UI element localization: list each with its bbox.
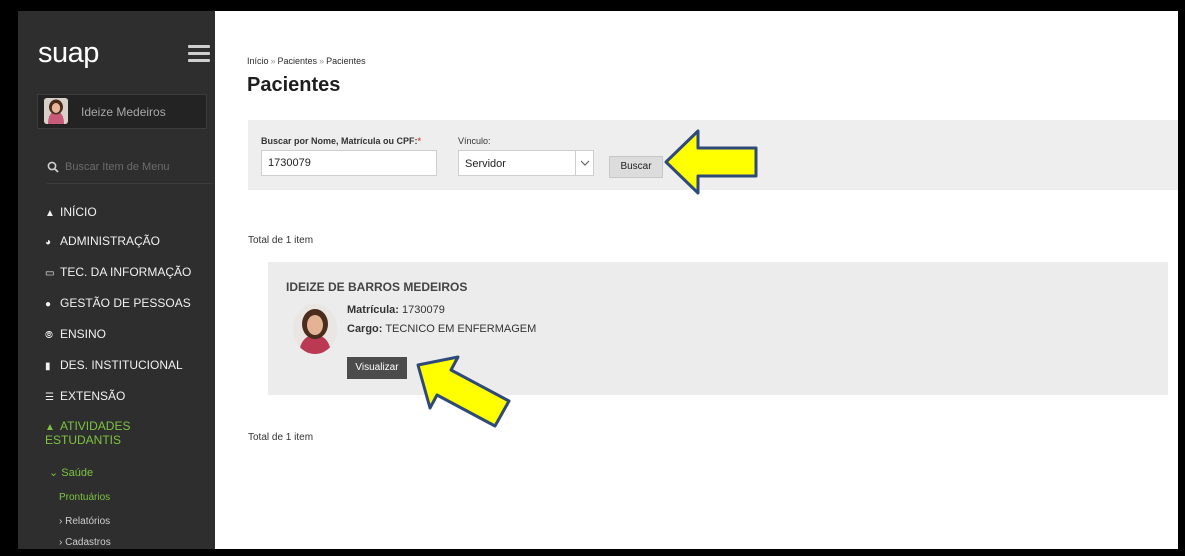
breadcrumb: Início» Pacientes» Pacientes xyxy=(247,56,366,66)
submenu-cadastros[interactable]: › Cadastros xyxy=(59,537,111,548)
breadcrumb-pacientes[interactable]: Pacientes xyxy=(278,56,318,66)
screenshot-frame: suap Ideize Medeiros Buscar Item de Menu… xyxy=(0,0,1185,556)
menu-item-administracao[interactable]: ◕ ADMINISTRAÇÃO xyxy=(45,234,160,248)
visualizar-button[interactable]: Visualizar xyxy=(347,357,407,379)
total-count-bottom: Total de 1 item xyxy=(248,432,314,443)
search-icon xyxy=(47,161,59,173)
vinculo-select[interactable]: Servidor xyxy=(458,150,594,176)
home-icon: ▲ xyxy=(45,208,55,219)
hamburger-menu-icon[interactable] xyxy=(188,45,210,63)
user-profile[interactable]: Ideize Medeiros xyxy=(37,94,207,129)
sidebar: suap Ideize Medeiros Buscar Item de Menu… xyxy=(8,11,215,549)
user-name: Ideize Medeiros xyxy=(81,105,166,119)
menu-item-extensao[interactable]: ☰ EXTENSÃO xyxy=(45,389,125,403)
menu-search-input[interactable]: Buscar Item de Menu xyxy=(47,161,212,184)
arrow-to-buscar-icon xyxy=(664,129,758,195)
menu-item-des-institucional[interactable]: ▮ DES. INSTITUCIONAL xyxy=(45,358,183,372)
patient-name: IDEIZE DE BARROS MEDEIROS xyxy=(286,280,468,294)
vinculo-selected-value: Servidor xyxy=(465,158,506,170)
breadcrumb-inicio[interactable]: Início xyxy=(247,56,269,66)
logo-row: suap xyxy=(38,37,218,75)
search-input[interactable]: 1730079 xyxy=(261,150,437,176)
submenu-saude[interactable]: ⌄ Saúde xyxy=(49,466,93,479)
menu-item-inicio[interactable]: ▲ INÍCIO xyxy=(45,205,97,219)
submenu-relatorios[interactable]: › Relatórios xyxy=(59,516,110,527)
vinculo-label: Vínculo: xyxy=(458,136,491,146)
bar-chart-icon: ▮ xyxy=(45,361,51,372)
search-name-label: Buscar por Nome, Matrícula ou CPF:* xyxy=(261,136,422,146)
matricula-field: Matrícula: 1730079 xyxy=(347,304,445,316)
list-icon: ☰ xyxy=(45,392,54,403)
menu-search-placeholder: Buscar Item de Menu xyxy=(65,161,170,173)
cargo-field: Cargo: TECNICO EM ENFERMAGEM xyxy=(347,323,537,335)
breadcrumb-current: Pacientes xyxy=(326,56,366,66)
menu-item-atividades-estudantis[interactable]: ▲ ATIVIDADES ESTUDANTIS xyxy=(45,420,175,446)
menu-item-tec-informacao[interactable]: ▭ TEC. DA INFORMAÇÃO xyxy=(45,265,191,279)
total-count-top: Total de 1 item xyxy=(248,235,314,246)
buscar-button[interactable]: Buscar xyxy=(609,156,663,178)
suap-logo[interactable]: suap xyxy=(38,37,99,70)
chevron-down-icon: ⌄ xyxy=(49,467,59,479)
submenu-prontuarios[interactable]: Prontuários xyxy=(59,492,110,503)
patient-photo xyxy=(293,304,337,354)
chevron-right-icon: › xyxy=(59,516,63,527)
user-icon: ● xyxy=(45,299,52,310)
pencil-icon: ⦾ xyxy=(45,330,53,341)
monitor-icon: ▭ xyxy=(45,268,55,279)
menu-item-gestao-pessoas[interactable]: ● GESTÃO DE PESSOAS xyxy=(45,296,191,310)
patient-card: IDEIZE DE BARROS MEDEIROS Matrícula: 173… xyxy=(268,262,1168,395)
arrow-to-visualizar-icon xyxy=(416,355,511,428)
page-title: Pacientes xyxy=(247,74,341,96)
chevron-right-icon: › xyxy=(59,537,63,548)
user-avatar xyxy=(44,98,68,124)
chevron-down-icon[interactable] xyxy=(575,151,593,175)
pie-chart-icon: ◕ xyxy=(45,237,52,248)
menu-item-ensino[interactable]: ⦾ ENSINO xyxy=(45,327,106,341)
main-content: Início» Pacientes» Pacientes Pacientes Bus… xyxy=(215,11,1178,549)
